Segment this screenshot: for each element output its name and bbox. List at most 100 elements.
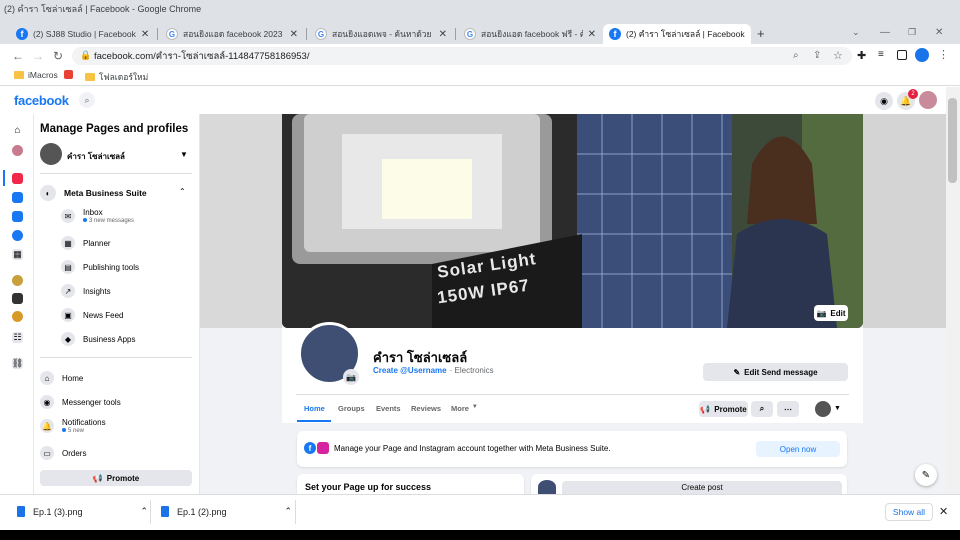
- promote-page-button[interactable]: 📢 Promote: [699, 401, 748, 417]
- browser-tab-4[interactable]: G สอนยิงแอด facebook ฟรี - ค้นหาด้วย ✕: [458, 24, 602, 44]
- new-message-icon[interactable]: ✎: [915, 464, 937, 486]
- page-avatar-icon[interactable]: [12, 145, 23, 156]
- browser-tab-2[interactable]: G สอนยิงแอด facebook 2023 ฟรี - ค้นหาด้ว…: [160, 24, 304, 44]
- back-arrow-icon[interactable]: ←: [10, 48, 26, 64]
- browser-tab-active[interactable]: f (2) คำรา โซล่าเซลล์ | Facebook ✕: [603, 24, 751, 44]
- bookmark-new-folder[interactable]: โฟลเดอร์ใหม่: [85, 70, 148, 84]
- page-shortcut-icon[interactable]: [12, 293, 23, 304]
- new-tab-button[interactable]: +: [757, 26, 765, 41]
- search-icon: ⌕: [759, 404, 765, 413]
- file-icon: [17, 506, 25, 517]
- chevron-up-icon[interactable]: ⌃: [141, 506, 149, 517]
- chevron-up-icon[interactable]: ⌃: [179, 187, 186, 196]
- reload-icon[interactable]: ↻: [50, 48, 66, 64]
- camera-icon[interactable]: 📷: [343, 369, 359, 385]
- ads-icon[interactable]: [12, 192, 23, 203]
- close-downloads-icon[interactable]: ✕: [939, 505, 948, 518]
- forward-arrow-icon[interactable]: →: [30, 48, 46, 64]
- browser-tab-1[interactable]: f (2) SJ88 Studio | Facebook ✕: [10, 24, 154, 44]
- sidebar-item-orders[interactable]: ▭ Orders: [40, 446, 86, 460]
- divider: [296, 394, 849, 395]
- sidebar-item-insights[interactable]: ↗ Insights: [61, 284, 111, 298]
- tab-events[interactable]: Events: [376, 404, 401, 413]
- minimize-button[interactable]: —: [880, 27, 890, 38]
- flag-icon[interactable]: [12, 173, 23, 184]
- sidebar-item-business-apps[interactable]: ◆ Business Apps: [61, 332, 135, 346]
- bookmark-app[interactable]: [64, 70, 73, 79]
- share-icon[interactable]: ⇪: [813, 50, 821, 61]
- sidebar-item-messenger-tools[interactable]: ◉ Messenger tools: [40, 395, 121, 409]
- more-options-button[interactable]: ⋯: [777, 401, 799, 417]
- bookmark-imacros[interactable]: iMacros: [14, 70, 58, 80]
- extensions-icon[interactable]: ✚: [857, 49, 866, 62]
- open-now-button[interactable]: Open now: [756, 441, 840, 457]
- viewer-avatar[interactable]: [815, 401, 831, 417]
- tab-groups[interactable]: Groups: [338, 404, 365, 413]
- google-icon: G: [315, 28, 327, 40]
- edit-cover-button[interactable]: 📷 Edit: [814, 305, 848, 321]
- facebook-icon: f: [304, 442, 316, 454]
- sidebar-item-inbox[interactable]: ✉ Inbox 3 new messages: [61, 208, 134, 224]
- download-item[interactable]: Ep.1 (3).png ⌃: [17, 506, 148, 517]
- close-icon[interactable]: ✕: [750, 29, 751, 40]
- groups-icon[interactable]: ☷: [12, 332, 23, 343]
- close-icon[interactable]: ✕: [290, 29, 298, 40]
- download-item[interactable]: Ep.1 (2).png ⌃: [161, 506, 292, 517]
- sidebar-item-publishing-tools[interactable]: ▤ Publishing tools: [61, 260, 139, 274]
- sidebar-item-news-feed[interactable]: ▣ News Feed: [61, 308, 123, 322]
- sidebar-item-planner[interactable]: ▦ Planner: [61, 236, 111, 250]
- insights-label: Insights: [83, 286, 111, 296]
- cover-photo[interactable]: Solar Light 150W IP67 📷 Edit: [282, 114, 863, 328]
- window-close-button[interactable]: ✕: [935, 27, 943, 38]
- mbs-banner-text: Manage your Page and Instagram account t…: [334, 444, 611, 453]
- gaming-icon[interactable]: [12, 230, 23, 241]
- page-name[interactable]: คำรา โซล่าเซลล์: [67, 150, 125, 163]
- address-bar[interactable]: 🔒 facebook.com/คำรา-โซล่าเซลล์-114847758…: [72, 47, 852, 65]
- search-page-button[interactable]: ⌕: [751, 401, 773, 417]
- show-all-button[interactable]: Show all: [885, 503, 933, 521]
- edit-send-message-button[interactable]: ✎ Edit Send message: [703, 363, 848, 381]
- address-url: facebook.com/คำรา-โซล่าเซลล์-11484775818…: [94, 50, 310, 62]
- sidebar-item-home[interactable]: ⌂ Home: [40, 371, 83, 385]
- tab-search-icon[interactable]: ⌄: [852, 27, 860, 38]
- link-icon[interactable]: ⛓: [12, 358, 23, 369]
- meta-business-suite-item[interactable]: ◐ Meta Business Suite: [40, 185, 147, 201]
- scrollbar-thumb[interactable]: [948, 98, 957, 183]
- home-icon[interactable]: ⌂: [12, 125, 23, 136]
- chrome-menu-icon[interactable]: ⋮: [938, 48, 949, 61]
- caret-down-icon[interactable]: ▼: [180, 150, 188, 159]
- search-icon[interactable]: ⌕: [79, 92, 95, 108]
- bookmark-star-icon[interactable]: ☆: [833, 49, 843, 62]
- browser-tab-3[interactable]: G สอนยิงแอดเพจ - ค้นหาด้วย Google ✕: [309, 24, 453, 44]
- create-username-link[interactable]: Create @Username: [373, 366, 447, 375]
- cover-blur-left: [200, 114, 282, 328]
- tab-reviews[interactable]: Reviews: [411, 404, 441, 413]
- promote-button[interactable]: 📢 Promote: [40, 470, 192, 486]
- page-subtitle: Create @Username · Electronics: [373, 366, 494, 375]
- create-post-button[interactable]: Create post: [562, 481, 842, 494]
- grid-menu-icon[interactable]: ▦: [12, 249, 23, 260]
- folder-icon: [14, 71, 24, 79]
- chevron-up-icon[interactable]: ⌃: [285, 506, 293, 517]
- side-panel-icon[interactable]: [897, 50, 907, 60]
- messenger-icon[interactable]: ◉: [875, 92, 893, 110]
- facebook-logo[interactable]: facebook: [14, 93, 69, 108]
- maximize-button[interactable]: ❐: [908, 27, 916, 38]
- profile-avatar-icon[interactable]: [915, 48, 929, 62]
- active-tab-underline: [297, 420, 331, 422]
- media-control-icon[interactable]: ≡: [878, 49, 884, 60]
- page-shortcut-icon[interactable]: [12, 311, 23, 322]
- shop-icon[interactable]: [12, 211, 23, 222]
- close-icon[interactable]: ✕: [141, 29, 149, 40]
- tab-more[interactable]: More ▼: [451, 404, 478, 413]
- close-icon[interactable]: ✕: [588, 29, 596, 40]
- sidebar-item-notifications[interactable]: 🔔 Notifications 5 new: [40, 418, 106, 434]
- tab-home[interactable]: Home: [304, 404, 325, 413]
- zoom-icon[interactable]: ⌕: [793, 50, 799, 61]
- page-shortcut-icon[interactable]: [12, 275, 23, 286]
- edit-cover-label: Edit: [830, 308, 846, 318]
- bookmark-label: โฟลเดอร์ใหม่: [99, 72, 149, 82]
- account-avatar[interactable]: [919, 91, 937, 109]
- close-icon[interactable]: ✕: [439, 29, 447, 40]
- caret-down-icon[interactable]: ▼: [834, 405, 841, 412]
